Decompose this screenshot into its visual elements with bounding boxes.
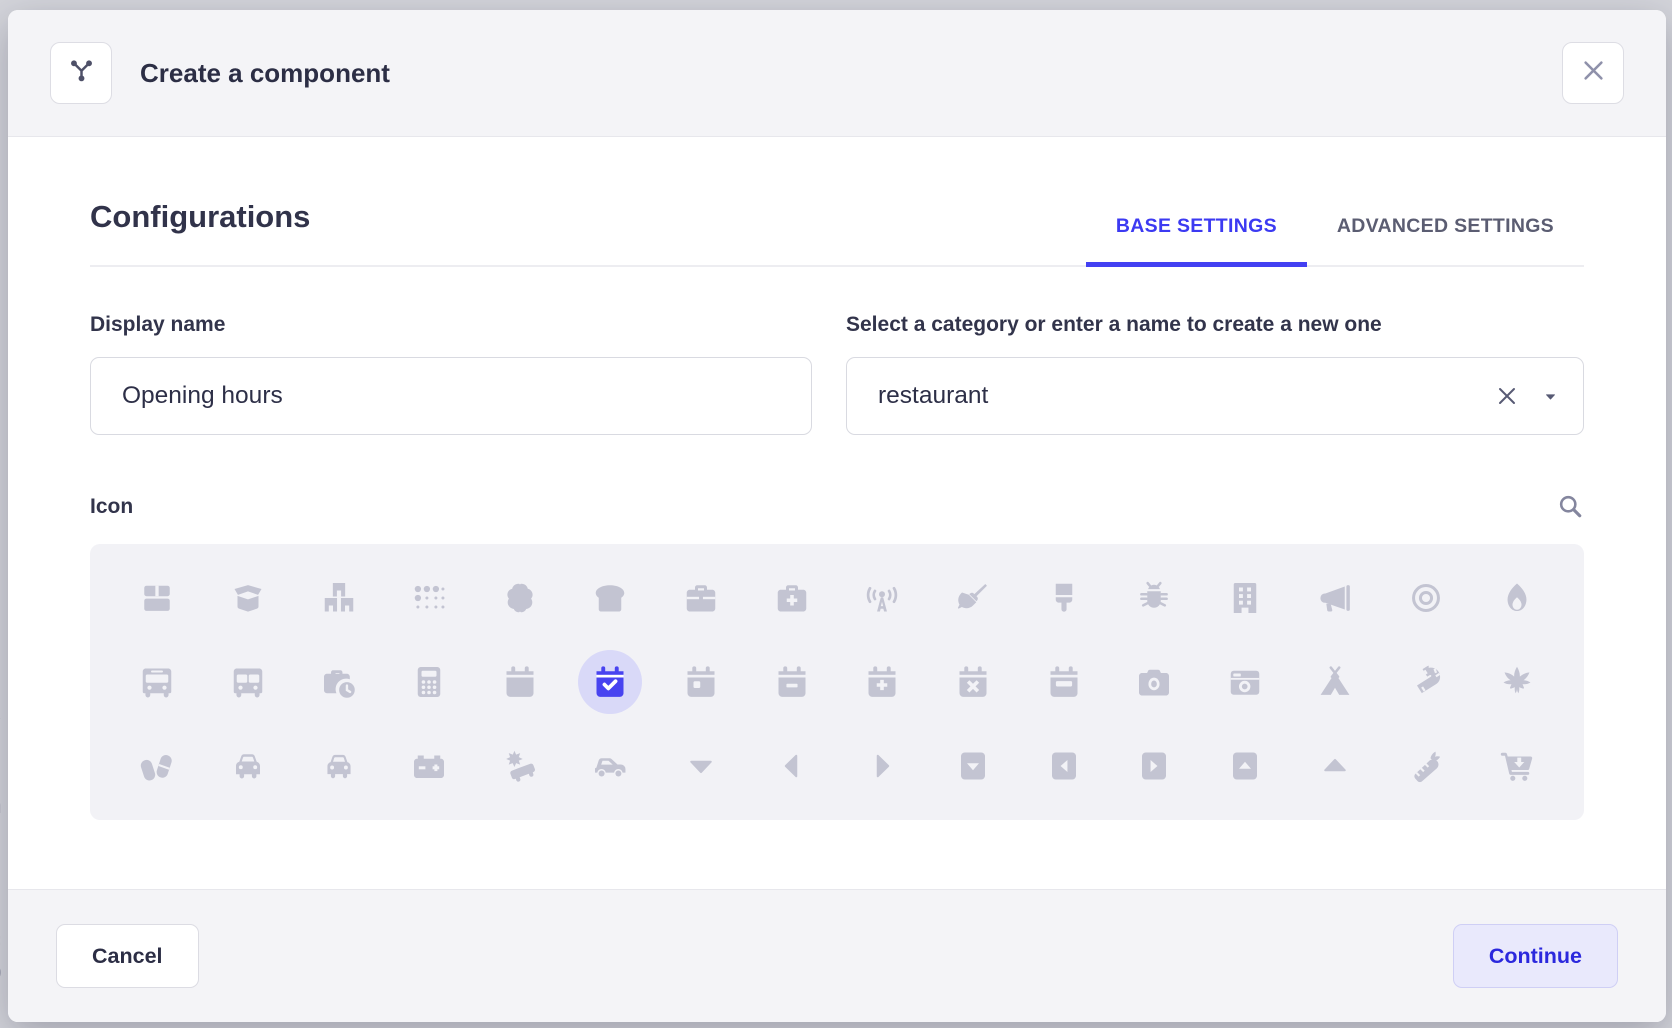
icon-option-broom[interactable] [928,556,1019,640]
display-name-input[interactable] [90,357,812,435]
icon-option-caret-up[interactable] [1290,724,1381,808]
display-name-label: Display name [90,313,812,337]
icon-option-box-open[interactable] [203,556,294,640]
icon-option-candy-cane[interactable] [1381,640,1472,724]
selected-icon-highlight [578,650,642,714]
icon-section-header: Icon [90,493,1584,520]
category-label: Select a category or enter a name to cre… [846,313,1584,337]
form-fields-row: Display name Select a category or enter … [90,313,1584,435]
modal-body: Configurations BASE SETTINGS ADVANCED SE… [8,137,1666,889]
close-icon [1580,57,1607,89]
icon-option-capsules[interactable] [112,724,203,808]
icon-option-car-crash[interactable] [475,724,566,808]
category-combo-icons [1495,357,1558,435]
display-name-field: Display name [90,313,812,435]
icon-option-carrot[interactable] [1381,724,1472,808]
icon-option-boxes[interactable] [293,556,384,640]
background-text-fragment: b [0,958,2,986]
icon-option-calendar-minus[interactable] [746,640,837,724]
cancel-button[interactable]: Cancel [56,924,199,988]
icon-option-caret-right[interactable] [837,724,928,808]
icon-option-calendar[interactable] [475,640,566,724]
close-button[interactable] [1562,42,1624,104]
icon-option-business-time[interactable] [293,640,384,724]
icon-option-camera[interactable] [1109,640,1200,724]
icon-option-broadcast-tower[interactable] [837,556,928,640]
icon-option-brain[interactable] [475,556,566,640]
icon-option-burn[interactable] [1471,556,1562,640]
modal-title: Create a component [140,58,390,89]
icon-picker-grid [90,544,1584,820]
category-input[interactable] [846,357,1584,435]
icon-option-calendar-times[interactable] [928,640,1019,724]
icon-option-bullseye[interactable] [1381,556,1472,640]
tab-advanced-settings[interactable]: ADVANCED SETTINGS [1307,215,1584,267]
clear-icon[interactable] [1495,384,1519,408]
icon-option-caret-square-up[interactable] [1200,724,1291,808]
icon-option-camera-retro[interactable] [1200,640,1291,724]
create-component-modal: Create a component Configurations BASE S… [8,10,1666,1022]
icon-option-bug[interactable] [1109,556,1200,640]
background-page-fragments: ertiertvnt=bt [0,0,8,1028]
page-title: Configurations [90,199,310,265]
background-text-fragment: n [0,792,2,820]
settings-tabs: BASE SETTINGS ADVANCED SETTINGS [1086,215,1584,265]
icon-option-car-side[interactable] [565,724,656,808]
background-text-fragment: = [0,928,1,956]
icon-option-cannabis[interactable] [1471,640,1562,724]
modal-footer: Cancel Continue [8,889,1666,1022]
icon-option-bus[interactable] [112,640,203,724]
icon-option-briefcase-medical[interactable] [746,556,837,640]
continue-button[interactable]: Continue [1453,924,1618,988]
icon-option-briefcase[interactable] [656,556,747,640]
icon-option-cart-arrow-down[interactable] [1471,724,1562,808]
icon-option-bread-slice[interactable] [565,556,656,640]
icon-option-caret-square-left[interactable] [1018,724,1109,808]
category-combobox [846,357,1584,435]
icon-option-calendar-plus[interactable] [837,640,928,724]
icon-option-car-battery[interactable] [384,724,475,808]
search-icon[interactable] [1557,493,1584,520]
component-node-icon [68,57,95,89]
configurations-header-row: Configurations BASE SETTINGS ADVANCED SE… [90,199,1584,267]
icon-option-brush[interactable] [1018,556,1109,640]
icon-option-car[interactable] [203,724,294,808]
chevron-down-icon[interactable] [1543,389,1558,404]
icon-option-calendar-check[interactable] [565,640,656,724]
icon-option-box[interactable] [112,556,203,640]
icon-option-caret-square-down[interactable] [928,724,1019,808]
tab-base-settings[interactable]: BASE SETTINGS [1086,215,1307,267]
modal-header: Create a component [8,10,1666,137]
category-field: Select a category or enter a name to cre… [846,313,1584,435]
component-icon-button[interactable] [50,42,112,104]
icon-option-caret-down[interactable] [656,724,747,808]
icon-option-car-alt[interactable] [293,724,384,808]
icon-option-calendar-day[interactable] [656,640,747,724]
icon-option-bus-alt[interactable] [203,640,294,724]
icon-option-bullhorn[interactable] [1290,556,1381,640]
icon-option-braille[interactable] [384,556,475,640]
icon-option-campground[interactable] [1290,640,1381,724]
icon-option-calculator[interactable] [384,640,475,724]
icon-option-calendar-week[interactable] [1018,640,1109,724]
icon-label: Icon [90,495,133,519]
icon-option-building[interactable] [1200,556,1291,640]
icon-option-caret-square-right[interactable] [1109,724,1200,808]
icon-option-caret-left[interactable] [746,724,837,808]
